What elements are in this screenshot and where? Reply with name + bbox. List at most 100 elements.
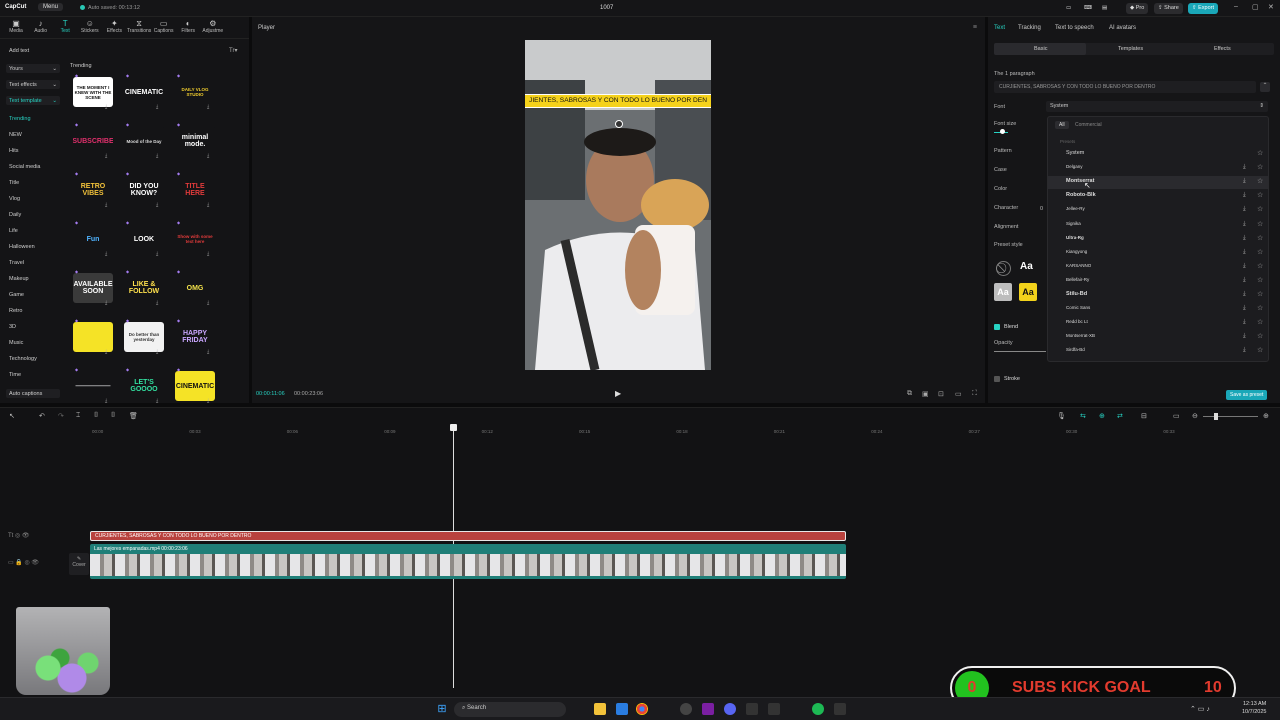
tool-adjustme[interactable]: ⚙ Adjustme	[201, 19, 225, 34]
video-clip[interactable]: Las mejores empanadas.mp4 00:00:23:06	[90, 544, 846, 579]
download-icon[interactable]: ⤓	[105, 202, 107, 208]
download-icon[interactable]: ⤓	[207, 398, 209, 404]
collapse-icon[interactable]: ⌃	[1260, 82, 1270, 92]
text-template-tile[interactable]: Fun	[73, 224, 113, 254]
favorite-star-icon[interactable]: ☆	[1257, 191, 1263, 199]
favorite-star-icon[interactable]: ☆	[1257, 177, 1263, 185]
font-option[interactable]: Redd bc Lt ⤓ ☆	[1048, 317, 1268, 330]
download-icon[interactable]: ⤓	[156, 104, 158, 110]
subtab-templates[interactable]: Templates	[1118, 46, 1143, 52]
download-icon[interactable]: ⤓	[1243, 291, 1246, 298]
category-time[interactable]: Time	[9, 372, 21, 378]
chrome-icon[interactable]	[636, 703, 648, 715]
search-box[interactable]: ⌕ Search	[454, 702, 566, 717]
track-text-icons[interactable]: Tt ◎ 👁	[8, 532, 30, 539]
download-icon[interactable]: ⤓	[1243, 164, 1246, 171]
track-video-icons[interactable]: ▭ 🔒 ◎ 👁	[8, 559, 39, 566]
font-option[interactable]: Sirdfa-Bd ⤓ ☆	[1048, 345, 1268, 358]
download-icon[interactable]: ⤓	[156, 398, 158, 404]
text-template-tile[interactable]: DID YOU KNOW?	[124, 175, 164, 205]
download-icon[interactable]: ⤓	[1243, 263, 1246, 270]
zoom-slider-handle[interactable]	[1214, 413, 1218, 420]
redo-icon[interactable]: ↷	[58, 412, 64, 420]
spotify-icon[interactable]	[812, 703, 824, 715]
font-option[interactable]: Ultra-Rg ⤓ ☆	[1048, 233, 1268, 246]
favorite-star-icon[interactable]: ☆	[1257, 276, 1263, 284]
download-icon[interactable]: ⤓	[1243, 235, 1246, 242]
category-daily[interactable]: Daily	[9, 212, 21, 218]
select-tool-icon[interactable]: ↖	[9, 412, 15, 420]
font-option[interactable]: System ☆	[1048, 148, 1268, 161]
category-new[interactable]: NEW	[9, 132, 22, 138]
text-template-tile[interactable]: minimal mode.	[175, 126, 215, 156]
text-template-tile[interactable]: Do better than yesterday	[124, 322, 164, 352]
align-icon[interactable]: ⊟	[1141, 412, 1147, 420]
download-icon[interactable]: ⤓	[1243, 178, 1246, 185]
capcut-active-icon[interactable]	[834, 703, 846, 715]
filter-commercial[interactable]: Commercial	[1075, 122, 1102, 128]
app-icon-2[interactable]	[702, 703, 714, 715]
download-icon[interactable]: ⤓	[105, 349, 107, 355]
favorite-star-icon[interactable]: ☆	[1257, 234, 1263, 242]
magnet-icon[interactable]: ⇆	[1080, 412, 1086, 420]
text-clip[interactable]: CURJIENTES, SABROSAS Y CON TODO LO BUENO…	[90, 531, 846, 541]
tool-audio[interactable]: ♪ Audio	[29, 19, 53, 34]
download-icon[interactable]: ⤓	[105, 153, 107, 159]
favorite-star-icon[interactable]: ☆	[1257, 262, 1263, 270]
download-icon[interactable]: ⤓	[156, 251, 158, 257]
layout-icon[interactable]: ▭	[1062, 3, 1075, 14]
download-icon[interactable]: ⤓	[105, 104, 107, 110]
minimize-icon[interactable]: –	[1234, 3, 1238, 10]
windows-start-icon[interactable]: ⊞	[436, 703, 448, 715]
store-icon[interactable]	[616, 703, 628, 715]
tab-text[interactable]: Text	[994, 25, 1005, 31]
text-template-tile[interactable]: THE MOMENT I KNEW WITH THE SCENE	[73, 77, 113, 107]
stroke-checkbox[interactable]	[994, 376, 1000, 382]
ratio-icon[interactable]: ⧉	[907, 390, 912, 398]
tool-stickers[interactable]: ☺ Stickers	[78, 19, 102, 34]
category-game[interactable]: Game	[9, 292, 24, 298]
close-icon[interactable]: ✕	[1268, 3, 1274, 11]
shortcuts-icon[interactable]: ⌨	[1080, 3, 1096, 14]
pro-button[interactable]: ◆ Pro	[1126, 3, 1149, 14]
video-preview[interactable]: JIENTES, SABROSAS Y CON TODO LO BUENO PO…	[525, 40, 711, 370]
split-icon[interactable]: ⌶	[76, 412, 80, 420]
zoom-in-icon[interactable]: ⊕	[1263, 412, 1269, 420]
split-left-icon[interactable]: ⌷	[94, 412, 98, 420]
category-retro[interactable]: Retro	[9, 308, 22, 314]
app-icon[interactable]	[680, 703, 692, 715]
tool-filters[interactable]: ◐ Filters	[176, 19, 200, 34]
text-template-tile[interactable]: LOOK	[124, 224, 164, 254]
category-life[interactable]: Life	[9, 228, 18, 234]
download-icon[interactable]: ⤓	[1243, 319, 1246, 326]
text-template-tile[interactable]: AVAILABLE SOON	[73, 273, 113, 303]
text-effects-dropdown[interactable]: Text effects ⌄	[6, 80, 60, 89]
font-option[interactable]: Bellefair-Ry ⤓ ☆	[1048, 275, 1268, 288]
favorite-star-icon[interactable]: ☆	[1257, 290, 1263, 298]
download-icon[interactable]: ⤓	[105, 300, 107, 306]
system-tray-icons[interactable]: ⌃ ▭ ♪	[1190, 705, 1210, 713]
category-technology[interactable]: Technology	[9, 356, 37, 362]
font-option[interactable]: Kiangyong ⤓ ☆	[1048, 247, 1268, 260]
download-icon[interactable]: ⤓	[105, 251, 107, 257]
subtab-effects[interactable]: Effects	[1214, 46, 1231, 52]
caption-icon[interactable]: ▭	[1173, 412, 1180, 420]
tab-tracking[interactable]: Tracking	[1018, 25, 1041, 31]
text-template-tile[interactable]: OMG	[175, 273, 215, 303]
text-template-tile[interactable]: RETRO VIBES	[73, 175, 113, 205]
text-template-tile[interactable]: HAPPY FRIDAY	[175, 322, 215, 352]
download-icon[interactable]: ⤓	[156, 349, 158, 355]
text-template-dropdown[interactable]: Text template ⌄	[6, 96, 60, 105]
category-travel[interactable]: Travel	[9, 260, 24, 266]
maximize-icon[interactable]: ▢	[1252, 3, 1259, 11]
text-template-tile[interactable]: —————	[73, 371, 113, 401]
subtab-basic[interactable]: Basic	[1034, 46, 1047, 52]
category-halloween[interactable]: Halloween	[9, 244, 35, 250]
menu-button[interactable]: Menu	[38, 3, 64, 11]
font-option[interactable]: Montserrat ⤓ ☆	[1048, 176, 1268, 190]
auto-captions-item[interactable]: Auto captions	[6, 389, 60, 398]
add-text-item[interactable]: Add text	[9, 48, 29, 54]
preset-style-1[interactable]: Aa	[1020, 261, 1033, 272]
download-icon[interactable]: ⤓	[207, 300, 209, 306]
download-icon[interactable]: ⤓	[1243, 347, 1246, 354]
